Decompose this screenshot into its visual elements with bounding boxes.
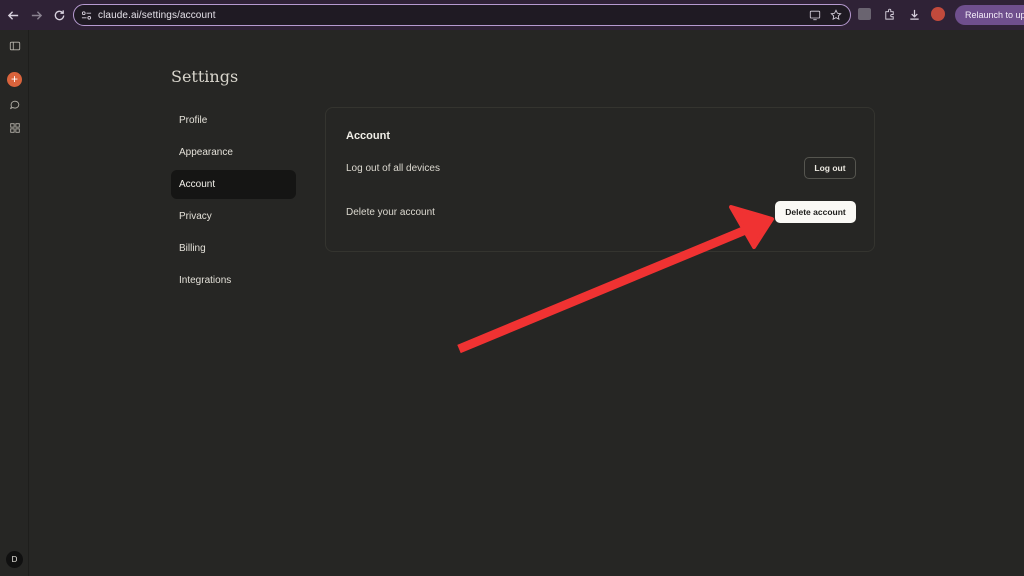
site-settings-icon[interactable] (80, 9, 92, 21)
forward-icon[interactable] (26, 5, 46, 25)
browser-toolbar: claude.ai/settings/account Relaunch to u… (0, 0, 1024, 30)
back-icon[interactable] (3, 5, 23, 25)
settings-nav-item-account[interactable]: Account (171, 170, 296, 199)
new-chat-icon[interactable]: + (7, 72, 22, 87)
log-out-button[interactable]: Log out (804, 157, 856, 179)
delete-row-label: Delete your account (346, 207, 435, 218)
annotation-arrow (457, 205, 774, 354)
profile-avatar[interactable] (931, 7, 945, 21)
user-avatar[interactable]: D (6, 551, 23, 568)
left-rail: + (0, 30, 29, 576)
sidebar-toggle-icon[interactable] (7, 38, 22, 53)
address-bar[interactable]: claude.ai/settings/account (73, 4, 851, 26)
url-text: claude.ai/settings/account (98, 9, 216, 21)
projects-icon[interactable] (7, 120, 22, 135)
bookmark-star-icon[interactable] (829, 8, 842, 21)
logout-row-label: Log out of all devices (346, 163, 440, 174)
page-title: Settings (171, 67, 239, 86)
extension-icon[interactable] (856, 6, 872, 22)
cast-icon[interactable] (808, 8, 821, 21)
reload-icon[interactable] (49, 5, 69, 25)
account-card: Account Log out of all devices Log out D… (325, 107, 875, 252)
settings-nav-item-privacy[interactable]: Privacy (171, 202, 296, 231)
chats-icon[interactable] (7, 97, 22, 112)
settings-nav-item-appearance[interactable]: Appearance (171, 138, 296, 167)
settings-nav-item-profile[interactable]: Profile (171, 106, 296, 135)
relaunch-button[interactable]: Relaunch to upd (955, 5, 1024, 25)
account-heading: Account (346, 130, 390, 142)
settings-nav-item-billing[interactable]: Billing (171, 234, 296, 263)
extension-badge-icon (857, 8, 871, 20)
settings-nav-item-integrations[interactable]: Integrations (171, 266, 296, 295)
download-icon[interactable] (906, 6, 922, 22)
delete-account-button[interactable]: Delete account (775, 201, 856, 223)
extensions-puzzle-icon[interactable] (881, 6, 897, 22)
settings-nav: Profile Appearance Account Privacy Billi… (171, 106, 296, 298)
